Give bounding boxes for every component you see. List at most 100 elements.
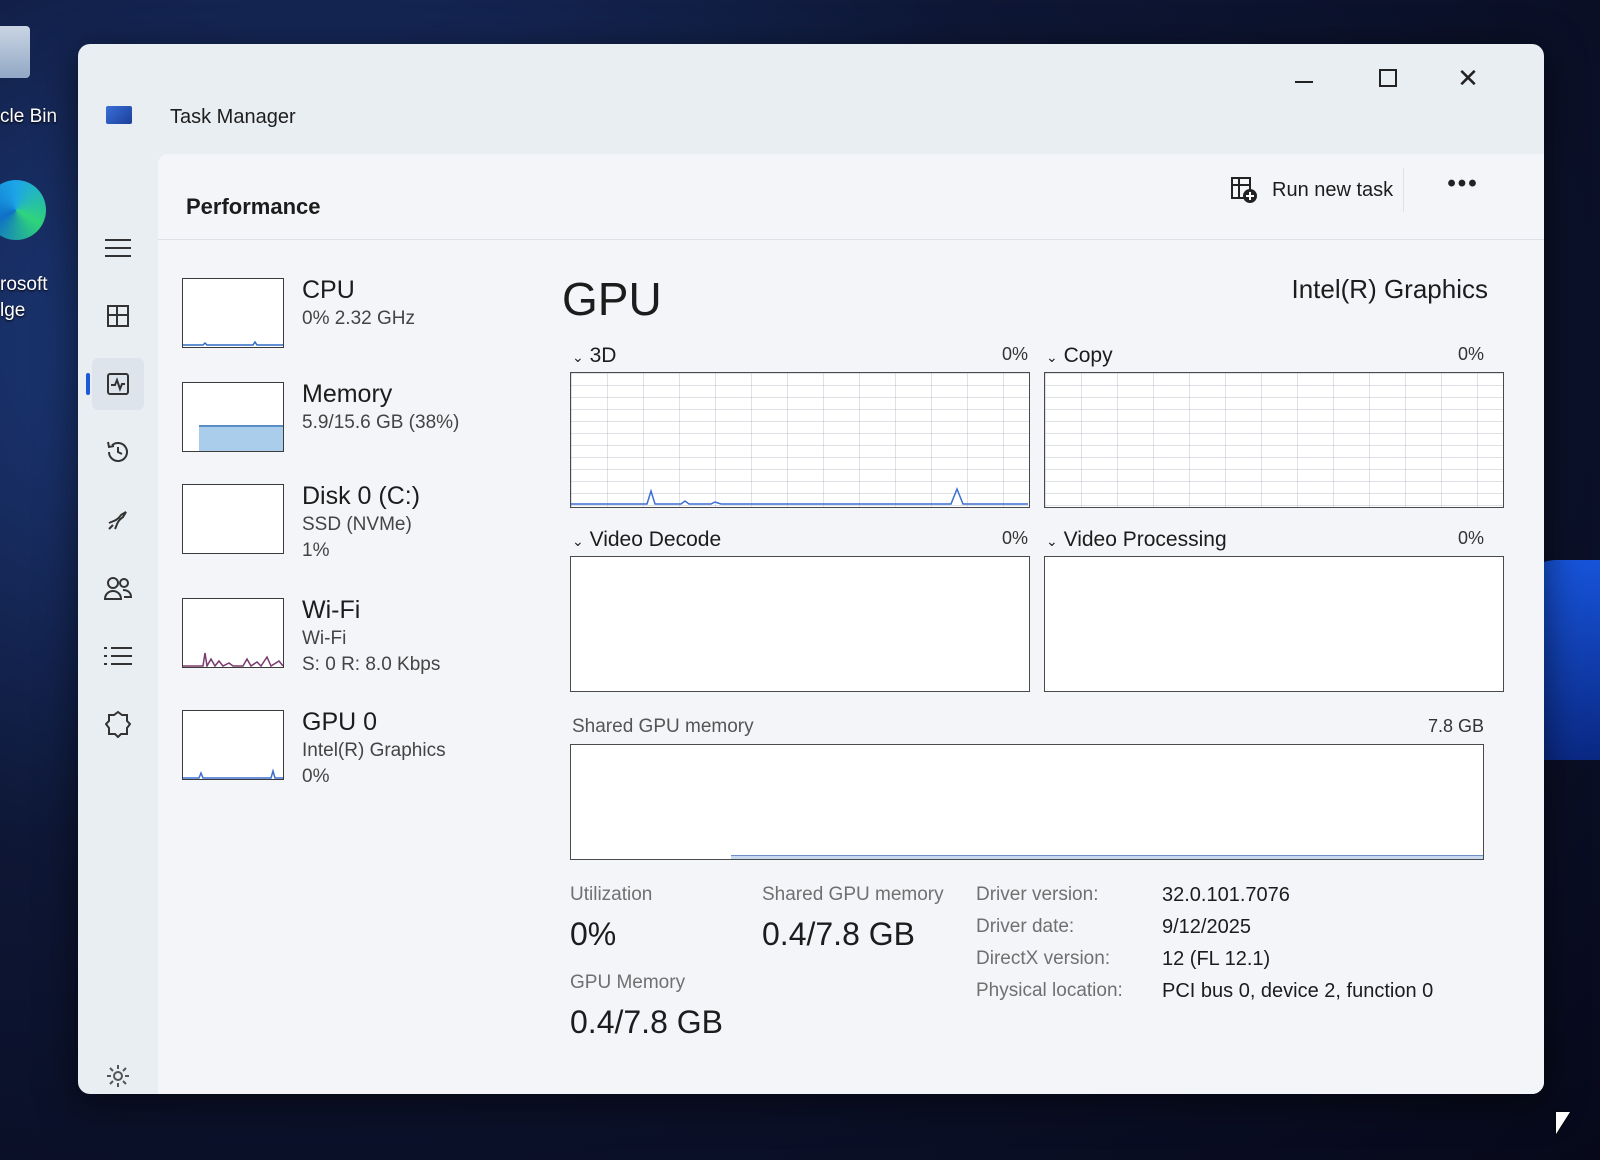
engine-label: Video Decode	[589, 528, 722, 551]
chevron-down-icon: ⌄	[1046, 349, 1058, 365]
engine-label: 3D	[589, 344, 617, 367]
edge-label-line1[interactable]: rosoft	[0, 272, 48, 298]
maximize-button[interactable]	[1358, 58, 1418, 98]
shared-gpu-memory-graph-label: Shared GPU memory	[572, 716, 754, 737]
minimize-button[interactable]	[1274, 58, 1334, 98]
nav-users[interactable]	[92, 562, 144, 614]
physical-location-label: Physical location:	[976, 980, 1123, 1001]
gpu-memory-value: 0.4/7.8 GB	[570, 1004, 723, 1040]
edge-label-line2[interactable]: lge	[0, 298, 25, 324]
device-detail: 5.9/15.6 GB (38%)	[302, 412, 460, 433]
engine-video-processing-graph	[1044, 556, 1504, 692]
device-detail: Intel(R) Graphics	[302, 740, 446, 761]
run-new-task-icon	[1231, 177, 1257, 203]
gpu-memory-label: GPU Memory	[570, 972, 686, 993]
shared-gpu-memory-label: Shared GPU memory	[762, 884, 944, 905]
shared-gpu-memory-value: 0.4/7.8 GB	[762, 916, 915, 952]
cpu-thumbnail-graph	[182, 278, 284, 348]
engine-video-processing-selector[interactable]: ⌄ Video Processing	[1046, 528, 1227, 552]
device-memory[interactable]: Memory 5.9/15.6 GB (38%)	[182, 380, 522, 478]
window-title: Task Manager	[170, 106, 296, 128]
chevron-down-icon: ⌄	[1046, 533, 1058, 549]
details-icon	[104, 647, 132, 665]
nav-processes[interactable]	[92, 290, 144, 342]
mouse-pointer-icon	[1556, 1112, 1570, 1134]
task-manager-window: Task Manager ✕ Performance Run new task …	[78, 44, 1544, 1094]
startup-apps-icon	[108, 511, 127, 530]
users-icon	[104, 577, 132, 600]
device-name: GPU 0	[302, 708, 378, 736]
device-gpu0[interactable]: GPU 0 Intel(R) Graphics 0%	[182, 708, 522, 806]
engine-3d-percent: 0%	[1001, 344, 1028, 364]
chevron-down-icon: ⌄	[572, 533, 584, 549]
performance-icon	[107, 373, 129, 395]
engine-3d-selector[interactable]: ⌄ 3D	[572, 344, 616, 368]
app-history-icon	[107, 441, 128, 462]
nav-services[interactable]	[92, 698, 144, 750]
nav-performance[interactable]	[86, 358, 144, 410]
shared-gpu-memory-graph	[570, 744, 1484, 860]
directx-version-value: 12 (FL 12.1)	[1162, 948, 1271, 970]
device-name: Disk 0 (C:)	[302, 482, 421, 510]
close-icon: ✕	[1457, 62, 1479, 93]
device-detail-2: 1%	[302, 540, 330, 561]
services-icon	[105, 710, 131, 738]
wifi-thumbnail-graph	[182, 598, 284, 669]
engine-copy-graph	[1044, 372, 1504, 508]
settings-icon	[107, 1065, 129, 1087]
device-detail: Wi-Fi	[302, 628, 347, 649]
device-detail: 0% 2.32 GHz	[302, 308, 415, 329]
utilization-value: 0%	[570, 916, 617, 952]
gpu-model-name: Intel(R) Graphics	[1291, 274, 1489, 304]
device-disk[interactable]: Disk 0 (C:) SSD (NVMe) 1%	[182, 482, 522, 580]
engine-copy-selector[interactable]: ⌄ Copy	[1046, 344, 1113, 368]
gpu-title: GPU	[562, 273, 662, 325]
device-name: Memory	[302, 380, 393, 408]
hamburger-menu-button[interactable]	[92, 222, 144, 274]
performance-panel: Performance Run new task ••• CPU 0% 2.32…	[158, 154, 1544, 1094]
device-cpu[interactable]: CPU 0% 2.32 GHz	[182, 276, 522, 374]
edge-icon[interactable]	[0, 180, 46, 240]
engine-video-decode-graph	[570, 556, 1030, 692]
physical-location-value: PCI bus 0, device 2, function 0	[1162, 980, 1434, 1002]
recycle-bin-icon[interactable]	[0, 26, 30, 78]
nav-settings[interactable]	[92, 1050, 144, 1094]
utilization-label: Utilization	[570, 884, 653, 905]
engine-label: Video Processing	[1063, 528, 1227, 551]
recycle-bin-label[interactable]: cle Bin	[0, 104, 57, 130]
driver-date-value: 9/12/2025	[1162, 916, 1251, 938]
device-detail: SSD (NVMe)	[302, 514, 412, 535]
title-bar[interactable]: Task Manager ✕	[78, 44, 1544, 154]
panel-header: Performance Run new task •••	[158, 154, 1544, 240]
disk-thumbnail-graph	[182, 484, 284, 554]
shared-gpu-memory-fill	[731, 855, 1483, 859]
close-button[interactable]: ✕	[1438, 58, 1498, 98]
minimize-icon	[1295, 81, 1313, 83]
run-new-task-button[interactable]: Run new task	[1220, 168, 1405, 212]
gpu-thumbnail-graph	[182, 710, 284, 780]
device-detail-2: 0%	[302, 766, 330, 787]
device-detail-2: S: 0 R: 8.0 Kbps	[302, 654, 441, 675]
device-wifi[interactable]: Wi-Fi Wi-Fi S: 0 R: 8.0 Kbps	[182, 596, 522, 694]
engine-video-decode-selector[interactable]: ⌄ Video Decode	[572, 528, 721, 552]
memory-usage-fill	[199, 425, 283, 451]
engine-label: Copy	[1063, 344, 1113, 367]
engine-copy-percent: 0%	[1457, 344, 1484, 364]
more-options-button[interactable]: •••	[1438, 170, 1488, 210]
run-new-task-label: Run new task	[1272, 178, 1394, 201]
shared-gpu-memory-max: 7.8 GB	[1427, 716, 1484, 736]
navigation-rail	[78, 154, 158, 1094]
engine-video-decode-percent: 0%	[1001, 528, 1028, 548]
driver-version-label: Driver version:	[976, 884, 1099, 905]
nav-app-history[interactable]	[92, 426, 144, 478]
nav-details[interactable]	[92, 630, 144, 682]
processes-icon	[107, 305, 129, 327]
engine-3d-graph	[570, 372, 1030, 508]
maximize-icon	[1379, 69, 1397, 87]
nav-startup-apps[interactable]	[92, 494, 144, 546]
chevron-down-icon: ⌄	[572, 349, 584, 365]
directx-version-label: DirectX version:	[976, 948, 1111, 969]
memory-thumbnail-graph	[182, 382, 284, 452]
device-name: Wi-Fi	[302, 596, 361, 624]
driver-version-value: 32.0.101.7076	[1162, 884, 1290, 906]
